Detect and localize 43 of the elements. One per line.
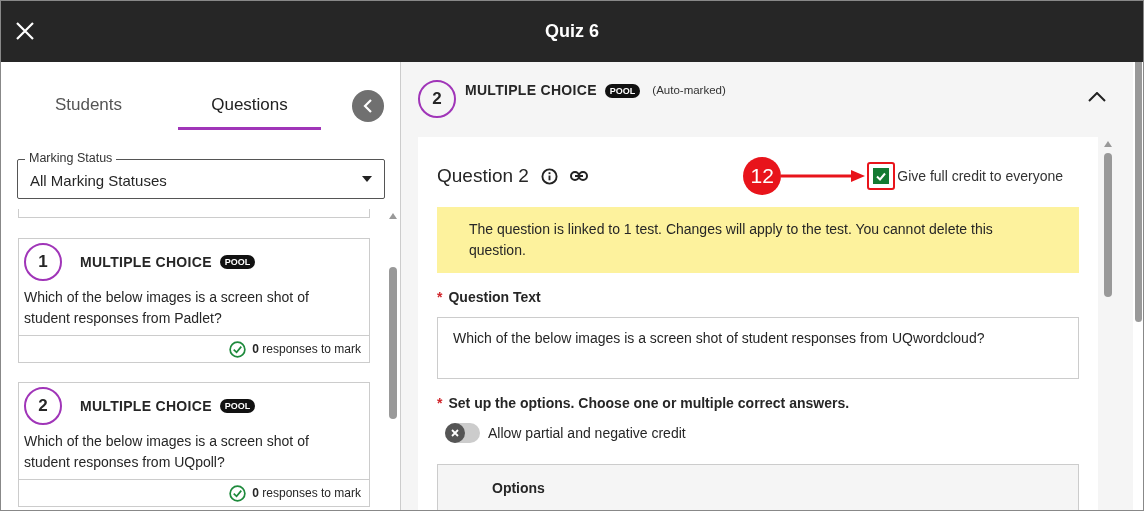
link-icon[interactable]: [569, 171, 588, 181]
question-number: 2: [418, 80, 456, 118]
checkbox-label: Give full credit to everyone: [897, 168, 1063, 184]
tab[interactable]: Questions: [178, 82, 321, 130]
toggle-label: Allow partial and negative credit: [488, 425, 686, 441]
chevron-left-icon: [362, 98, 374, 114]
window-title: Quiz 6: [545, 21, 599, 42]
field-label: Marking Status: [25, 151, 117, 166]
question-text: Which of the below images is a screen shot of student responses from Padlet?: [24, 288, 310, 328]
marking-note: (Auto-marked): [652, 84, 726, 96]
check-circle-icon: [229, 484, 247, 502]
question-type: MULTIPLE CHOICE: [80, 398, 212, 414]
required-mark: *: [437, 289, 443, 305]
question-number: 1: [24, 243, 62, 281]
question-text: Which of the below images is a screen shot of student responses from UQpoll?: [24, 432, 310, 472]
question-type: MULTIPLE CHOICE: [465, 82, 597, 98]
question-title: Question 2: [437, 165, 529, 187]
question-card[interactable]: 1 MULTIPLE CHOICE POOL Which of the below images is a screen shot of student responses from Padlet? 0 responses to mark: [18, 238, 370, 363]
collapse-button[interactable]: [1088, 92, 1106, 102]
question-text-field[interactable]: Which of the below images is a screen shot of student responses from UQwordcloud?: [437, 317, 1079, 379]
caret-icon: [362, 176, 372, 182]
check-circle-icon: [229, 340, 247, 358]
info-icon[interactable]: [540, 167, 558, 185]
tab[interactable]: Students: [17, 82, 160, 130]
question-card[interactable]: 2 MULTIPLE CHOICE POOL Which of the below images is a screen shot of student responses from UQpoll? 0 responses to mark: [18, 382, 370, 507]
pool-badge: POOL: [219, 255, 256, 269]
banner-text: The question is linked to 1 test. Changes will apply to the test. You cannot delete this question.: [469, 221, 993, 258]
checkbox[interactable]: [873, 168, 890, 184]
question-number: 2: [24, 387, 62, 425]
responses-count: 0 responses to mark: [252, 342, 361, 356]
x-icon: [451, 429, 459, 437]
pool-badge: POOL: [604, 84, 641, 98]
step-number-badge: 12: [743, 157, 782, 195]
field-label: Set up the options. Choose one or multiple correct answers.: [448, 395, 850, 411]
required-mark: *: [437, 395, 443, 411]
chevron-up-icon: [1088, 92, 1106, 102]
pool-badge: POOL: [219, 399, 256, 413]
column-header: Options: [492, 480, 545, 496]
responses-count: 0 responses to mark: [252, 486, 361, 500]
field-label: Question Text: [448, 289, 541, 305]
close-icon: [15, 21, 35, 41]
question-type: MULTIPLE CHOICE: [80, 254, 212, 270]
toggle-switch[interactable]: [445, 423, 480, 443]
